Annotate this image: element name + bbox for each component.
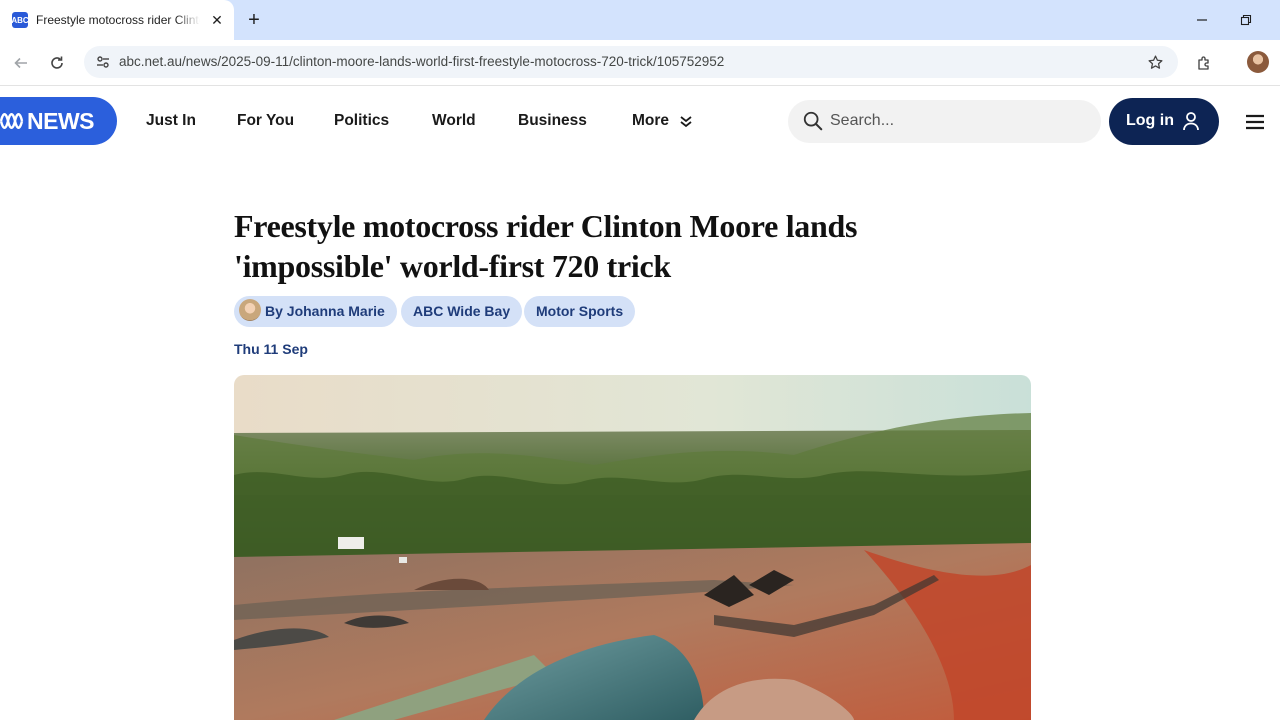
minimize-icon[interactable] [1184,6,1220,34]
hero-image [234,375,1031,720]
menu-icon[interactable] [1245,114,1265,130]
tag-abc-wide-bay[interactable]: ABC Wide Bay [401,296,523,327]
site-info-icon[interactable] [92,51,114,73]
profile-avatar[interactable] [1247,51,1269,73]
chevron-down-icon[interactable] [679,114,693,128]
abc-news-logo[interactable]: NEWS [0,97,117,145]
search-placeholder: Search... [830,112,895,129]
nav-for-you[interactable]: For You [237,112,294,130]
browser-tab-strip: ABC Freestyle motocross rider Clinton Mo… [0,0,1280,40]
login-button[interactable]: Log in [1109,98,1219,145]
login-label: Log in [1126,112,1174,129]
browser-toolbar: abc.net.au/news/2025-09-11/clinton-moore… [0,40,1280,86]
extensions-icon[interactable] [1193,51,1217,75]
search-icon [803,111,823,131]
tag-label: ABC Wide Bay [413,303,511,319]
author-name: By Johanna Marie [265,303,385,319]
logo-text: NEWS [27,107,95,134]
user-icon [1183,112,1199,131]
back-arrow-icon[interactable] [9,51,33,75]
author-avatar [239,299,261,321]
reload-icon[interactable] [45,51,69,75]
url-text[interactable]: abc.net.au/news/2025-09-11/clinton-moore… [119,54,724,69]
search-input[interactable]: Search... [788,100,1101,143]
star-icon[interactable] [1144,51,1166,73]
nav-more[interactable]: More [632,112,669,130]
abc-favicon-icon: ABC [11,12,29,28]
article-headline: Freestyle motocross rider Clinton Moore … [234,208,858,284]
nav-world[interactable]: World [432,112,476,130]
abc-lissajous-icon [0,113,24,129]
restore-icon[interactable] [1228,6,1264,34]
nav-business[interactable]: Business [518,112,587,130]
address-bar[interactable]: abc.net.au/news/2025-09-11/clinton-moore… [84,46,1178,78]
tab-close-icon[interactable]: ✕ [207,10,227,30]
tag-label: Motor Sports [536,303,624,319]
article-date: Thu 11 Sep [234,341,308,357]
site-header: NEWS Just In For You Politics World Busi… [0,86,1280,158]
nav-politics[interactable]: Politics [334,112,389,130]
browser-tab[interactable]: ABC Freestyle motocross rider Clinton Mo… [0,0,234,40]
new-tab-button[interactable]: + [242,8,266,32]
tag-motor-sports[interactable]: Motor Sports [524,296,636,327]
nav-just-in[interactable]: Just In [146,112,196,130]
tab-title: Freestyle motocross rider Clinton Moore … [36,13,200,27]
